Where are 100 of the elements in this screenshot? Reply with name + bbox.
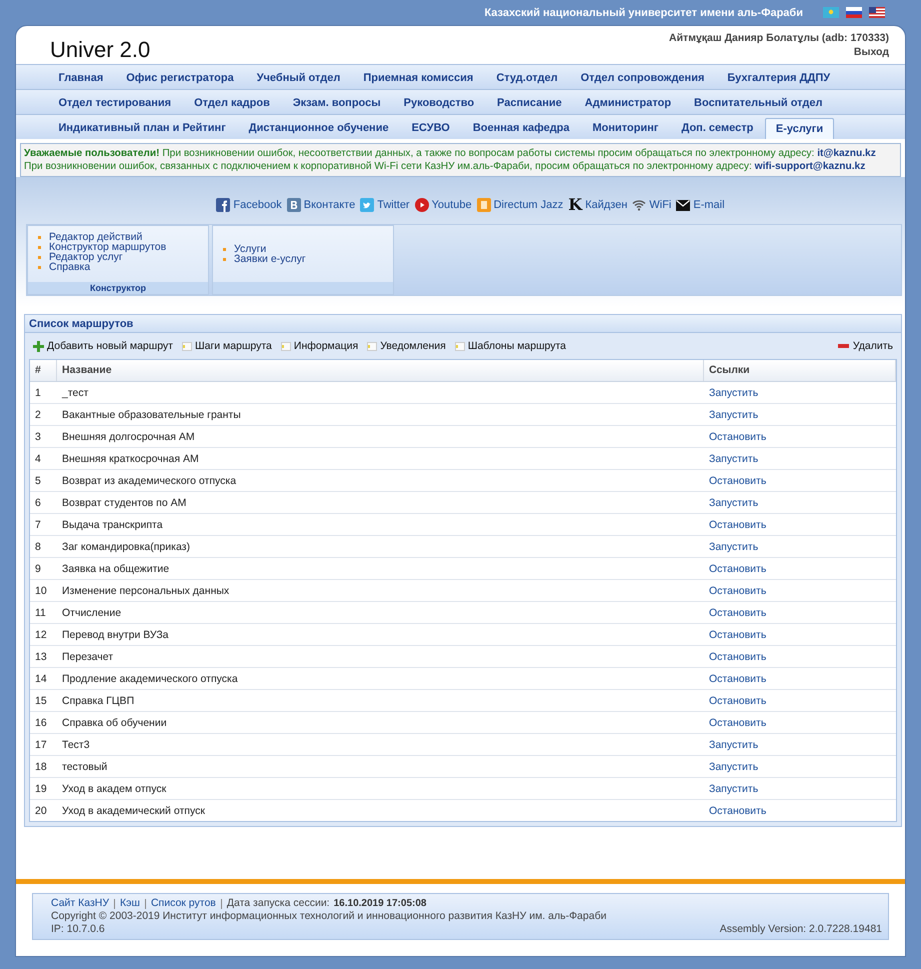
nav-tab[interactable]: Главная [47, 72, 115, 89]
table-cell-text: Вакантные образовательные гранты [61, 408, 242, 420]
module-caption: Конструктор [90, 283, 146, 293]
action-link[interactable]: Остановить [709, 430, 766, 442]
nav-tab[interactable]: Отдел сопровождения [569, 72, 716, 89]
nav-tab[interactable]: Дистанционное обучение [237, 122, 400, 139]
social-link[interactable]: Facebook [216, 198, 282, 212]
version-text: Assembly Version: 2.0.7228.19481 [720, 923, 882, 936]
toolbar-button[interactable]: Шаги маршрута [182, 340, 272, 352]
nav-tab[interactable]: Е-услуги [764, 118, 834, 139]
action-link[interactable]: Остановить [709, 562, 766, 574]
table-cell-text: Отчисление [61, 606, 122, 618]
nav-tab[interactable]: Офис регистратора [114, 72, 246, 89]
module-link[interactable]: Редактор действий [49, 232, 142, 242]
action-link[interactable]: Запустить [709, 386, 758, 398]
page-icon [454, 342, 465, 350]
row-number: 15 [34, 694, 48, 706]
social-link[interactable]: WiFi [632, 199, 672, 211]
table-cell-text: Изменение персональных данных [61, 584, 230, 596]
column-header[interactable]: Название [57, 360, 704, 381]
footer-link[interactable]: Список рутов [150, 897, 216, 910]
toolbar-button[interactable]: Информация [280, 340, 358, 352]
flag-icon[interactable] [869, 7, 885, 18]
nav-tab[interactable]: Учебный отдел [245, 72, 352, 89]
action-link[interactable]: Остановить [709, 672, 766, 684]
action-link[interactable]: Остановить [709, 628, 766, 640]
module-link[interactable]: Услуги [234, 244, 266, 254]
nav-tab[interactable]: Бухгалтерия ДДПУ [716, 72, 842, 89]
logo-text: Univer 2.0 [50, 37, 150, 64]
table-cell-text: Возврат студентов по АМ [61, 496, 188, 508]
bullet-icon [223, 258, 226, 260]
row-number: 8 [34, 540, 42, 552]
action-link[interactable]: Запустить [709, 452, 758, 464]
footer-link[interactable]: Кэш [120, 897, 140, 910]
nav-tab[interactable]: Военная кафедра [461, 122, 582, 139]
action-link[interactable]: Остановить [709, 518, 766, 530]
nav-tab[interactable]: ЕСУВО [400, 122, 462, 139]
module-link[interactable]: Заявки е-услуг [234, 254, 306, 264]
nav-tab[interactable]: Индикативный план и Рейтинг [47, 122, 238, 139]
social-link[interactable]: K Кайдзен [568, 198, 628, 212]
social-link[interactable]: Twitter [360, 198, 410, 212]
nav-tab[interactable]: Руководство [392, 97, 486, 114]
toolbar-button[interactable]: Уведомления [367, 340, 446, 352]
social-link[interactable]: E-mail [676, 199, 725, 211]
action-link[interactable]: Запустить [709, 496, 758, 508]
action-link[interactable]: Остановить [709, 584, 766, 596]
row-number: 16 [34, 716, 48, 728]
action-link[interactable]: Запустить [709, 408, 758, 420]
action-link[interactable]: Запустить [709, 540, 758, 552]
action-link[interactable]: Остановить [709, 606, 766, 618]
table-cell-text: Справка ГЦВП [61, 694, 136, 706]
wifi-icon [632, 199, 646, 211]
action-link[interactable]: Остановить [709, 650, 766, 662]
row-number: 10 [34, 584, 48, 596]
panel-title: Список маршрутов [29, 318, 134, 330]
row-number: 2 [34, 408, 42, 420]
copyright-text: Copyright © 2003-2019 Институт информационных технологий и инновационного развития КазНУ им. аль-Фараби [51, 910, 606, 923]
action-link[interactable]: Остановить [709, 804, 766, 816]
nav-tab[interactable]: Мониторинг [581, 122, 670, 139]
column-header[interactable]: Ссылки [704, 360, 896, 381]
toolbar-button[interactable]: Шаблоны маршрута [454, 340, 566, 352]
action-link[interactable]: Остановить [709, 716, 766, 728]
social-link[interactable]: Вконтакте [286, 198, 356, 212]
row-number: 3 [34, 430, 42, 442]
social-link[interactable]: Youtube [414, 198, 472, 212]
nav-tab[interactable]: Администратор [573, 97, 683, 114]
footer-link[interactable]: Сайт КазНУ [51, 897, 110, 910]
nav-tab[interactable]: Расписание [486, 97, 574, 114]
module-link[interactable]: Справка [49, 262, 90, 272]
envelope-icon [676, 200, 690, 210]
module-link[interactable]: Редактор услуг [49, 252, 123, 262]
logout-link[interactable]: Выход [854, 46, 889, 58]
nav-tab[interactable]: Экзам. вопросы [281, 97, 392, 114]
module-link[interactable]: Конструктор маршрутов [49, 242, 166, 252]
row-number: 19 [34, 782, 48, 794]
nav-tab[interactable]: Студ.отдел [484, 72, 570, 89]
action-link[interactable]: Остановить [709, 694, 766, 706]
delete-button[interactable]: Удалить [838, 340, 893, 352]
plus-icon [33, 340, 44, 352]
nav-tab[interactable]: Отдел кадров [182, 97, 282, 114]
table-cell-text: Продление академического отпуска [61, 672, 239, 684]
table-cell-text: Заявка на общежитие [61, 562, 170, 574]
notice-text: Уважаемые пользователи! При возникновении ошибок, несоответствии данных, а также по вопросам работы системы просим обращаться по электронному адресу: it@kaznu.kz [24, 147, 876, 160]
nav-tab[interactable]: Доп. семестр [670, 122, 765, 139]
table-cell-text: Уход в академ отпуск [61, 782, 168, 794]
letter-icon: K [568, 198, 582, 212]
vk-icon [286, 198, 301, 212]
action-link[interactable]: Запустить [709, 782, 758, 794]
action-link[interactable]: Запустить [709, 760, 758, 772]
nav-tab[interactable]: Воспитательный отдел [682, 97, 834, 114]
bullet-icon [223, 248, 226, 250]
nav-tab[interactable]: Приемная комиссия [352, 72, 485, 89]
flag-icon[interactable] [846, 7, 862, 18]
action-link[interactable]: Остановить [709, 474, 766, 486]
action-link[interactable]: Запустить [709, 738, 758, 750]
nav-tab[interactable]: Отдел тестирования [47, 97, 183, 114]
page-icon [367, 342, 378, 350]
toolbar-button[interactable]: Добавить новый маршрут [33, 340, 173, 352]
social-link[interactable]: Directum Jazz [476, 198, 564, 212]
column-header[interactable]: # [30, 360, 57, 381]
